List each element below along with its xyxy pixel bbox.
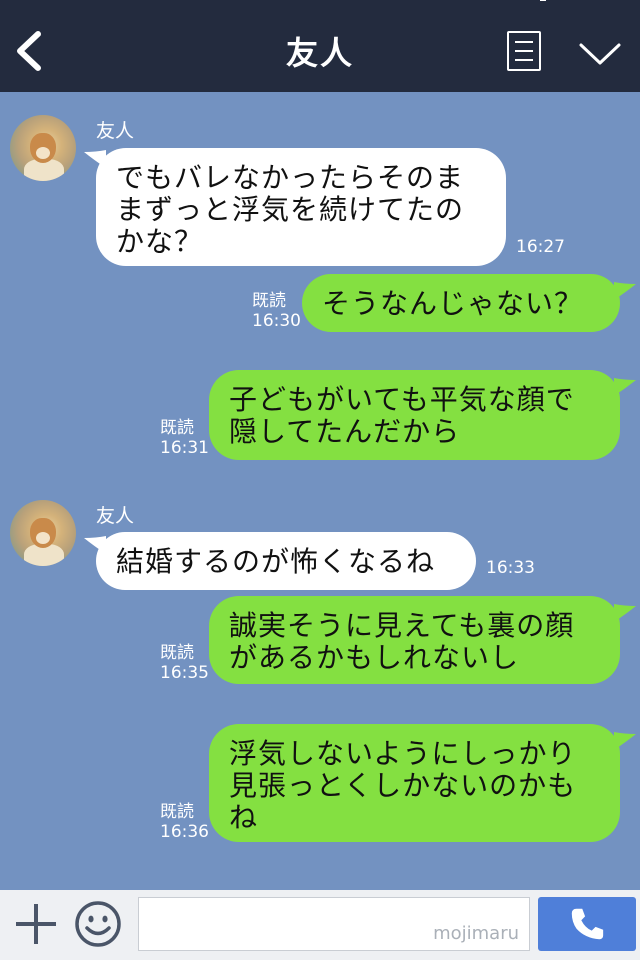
message-time: 16:35 [160,663,209,683]
friend-avatar[interactable] [10,500,76,566]
message-time: 16:30 [252,311,301,331]
message-time: 16:31 [160,438,209,458]
bubble-tail [614,282,636,300]
add-button[interactable] [14,902,58,946]
read-receipt: 既読 16:30 [252,291,301,331]
sender-name: 友人 [96,120,135,142]
message-line: 子どもがいても平気な顔で [229,383,575,416]
message-time: 16:36 [160,822,209,842]
read-receipt: 既読 16:36 [160,802,209,842]
message-line: があるかもしれないし [229,641,520,674]
message-bubble-outgoing: そうなんじゃない？ [302,274,620,332]
message-bubble-incoming: でもバレなかったらそのま まずっと浮気を続けてたの かな？ [96,148,506,266]
message-time: 16:33 [486,558,535,578]
bubble-tail [614,732,636,750]
bubble-tail [614,378,636,396]
message-line: でもバレなかったらそのま [116,161,465,194]
read-receipt: 既読 16:31 [160,418,209,458]
read-label: 既読 [252,291,286,311]
friend-avatar[interactable] [10,115,76,181]
read-label: 既読 [160,643,194,663]
watermark: mojimaru [433,923,519,944]
call-button[interactable] [538,897,636,951]
message-bubble-incoming: 結婚するのが怖くなるね [96,532,476,590]
chat-header: 友人 [0,0,640,92]
message-line: 見張っとくしかないのかも [229,769,577,802]
message-line: 浮気しないようにしっかり [229,737,577,770]
message-line: ね [229,801,259,834]
message-bubble-outgoing: 子どもがいても平気な顔で 隠してたんだから [209,370,620,460]
message-line: 誠実そうに見えても裏の顔 [229,609,575,642]
bubble-tail [614,604,636,622]
message-line: まずっと浮気を続けてたの [116,193,465,226]
message-bubble-outgoing: 浮気しないようにしっかり 見張っとくしかないのかも ね [209,724,620,842]
message-line: 結婚するのが怖くなるね [116,545,436,578]
status-indicator [540,0,546,1]
menu-list-button[interactable] [507,31,541,71]
message-line: 隠してたんだから [229,415,461,448]
chevron-down-button[interactable] [578,40,622,68]
message-line: そうなんじゃない？ [322,287,584,320]
phone-icon [571,908,604,940]
read-label: 既読 [160,802,194,822]
sticker-button[interactable] [74,900,122,948]
message-line: かな？ [116,225,204,258]
message-input[interactable]: mojimaru [138,897,530,951]
message-bubble-outgoing: 誠実そうに見えても裏の顔 があるかもしれないし [209,596,620,684]
sender-name: 友人 [96,505,135,527]
read-receipt: 既読 16:35 [160,643,209,683]
read-label: 既読 [160,418,194,438]
chat-title: 友人 [285,34,354,72]
message-time: 16:27 [516,237,565,257]
